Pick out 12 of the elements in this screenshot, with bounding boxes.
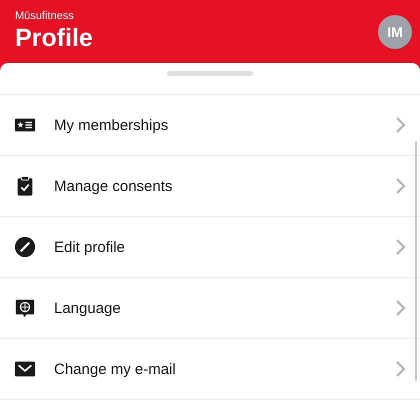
chevron-icon [395, 360, 407, 378]
chevron-icon [395, 177, 407, 195]
menu-item[interactable]: My memberships [0, 95, 420, 156]
globe-bubble-icon [14, 297, 36, 319]
menu-item[interactable]: Change my e-mail [0, 339, 420, 400]
brand-name: Mūsufitness [15, 10, 75, 22]
chevron-icon [395, 299, 407, 317]
pencil-icon [14, 236, 36, 258]
page-title: Profile [15, 24, 93, 53]
chevron-icon [395, 116, 407, 134]
drag-handle[interactable] [167, 71, 253, 76]
chevron-icon [395, 238, 407, 256]
